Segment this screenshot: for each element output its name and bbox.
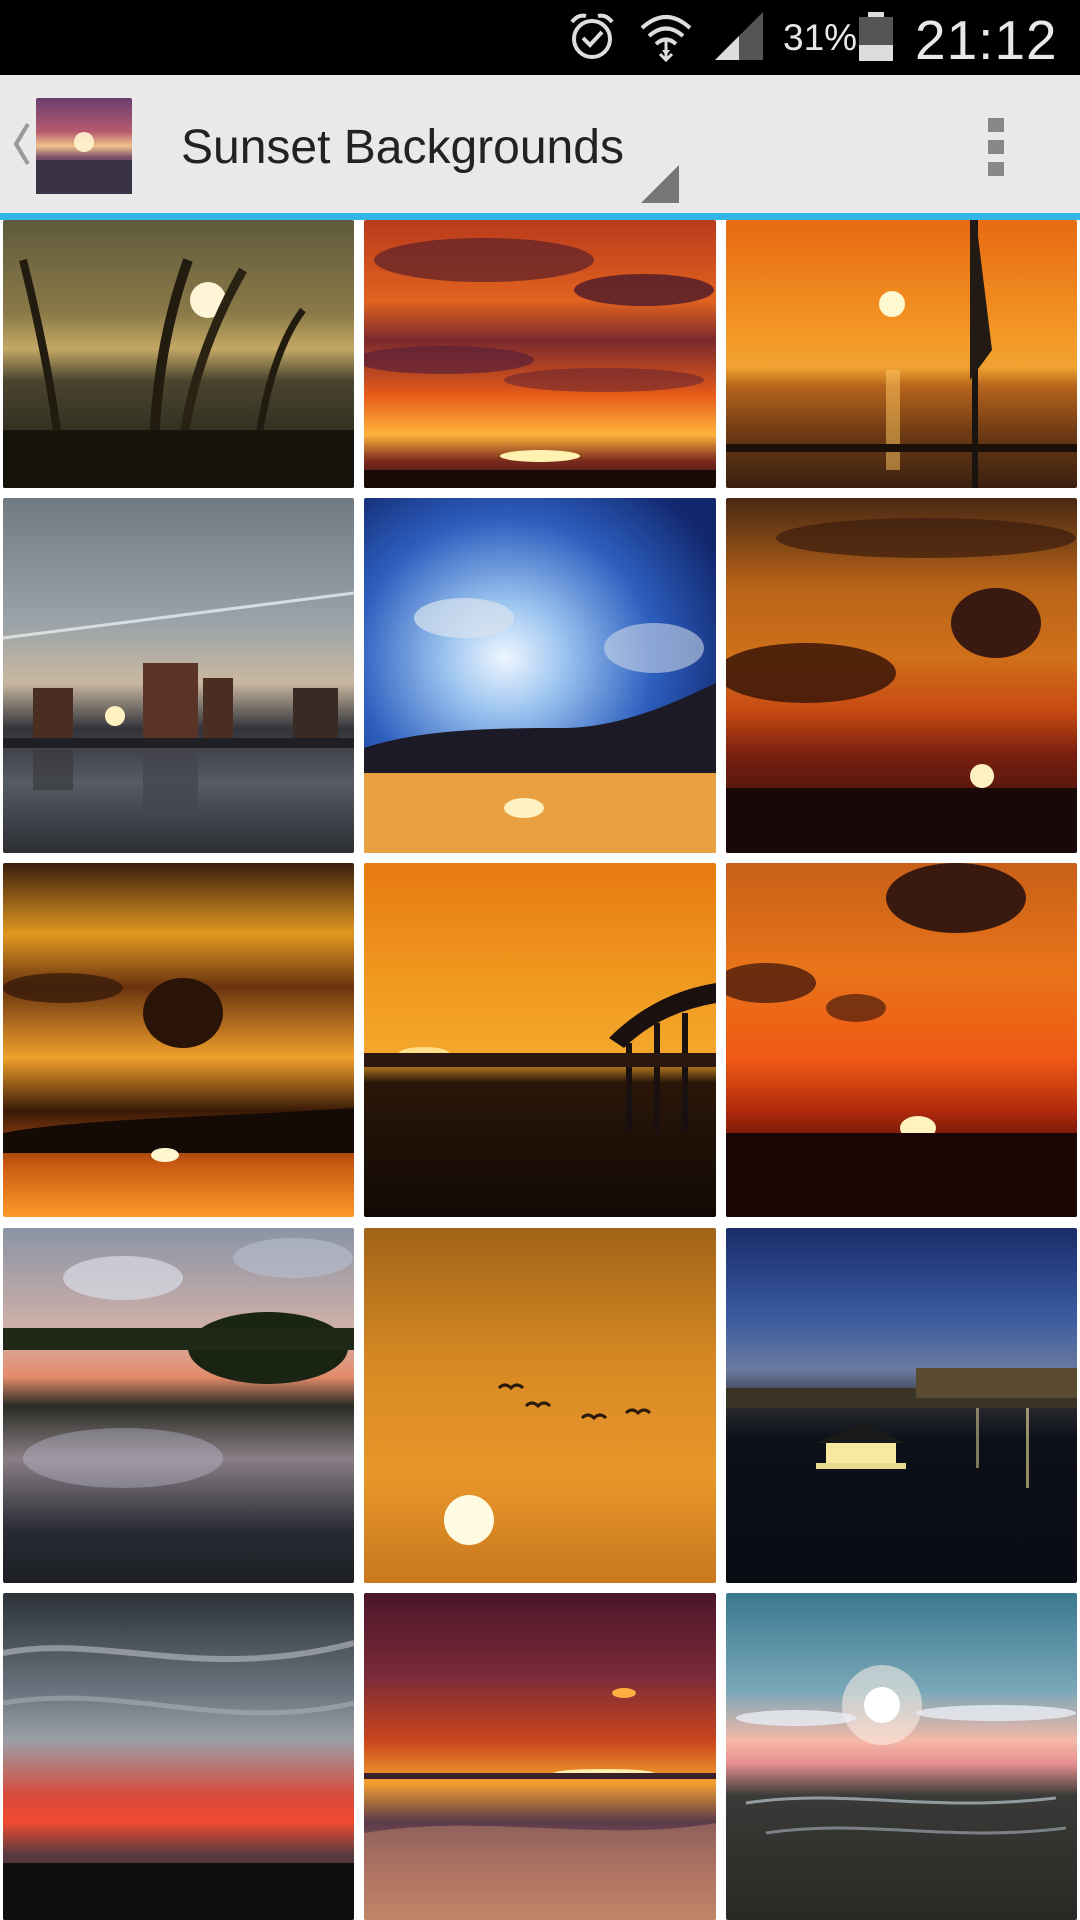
wallpaper-thumbnail[interactable] xyxy=(726,863,1077,1217)
overflow-menu-icon[interactable] xyxy=(978,114,1014,180)
battery-percent: 31% xyxy=(783,17,858,58)
app-icon[interactable] xyxy=(36,98,132,194)
beach-sunset-art xyxy=(364,1688,716,1920)
battery-icon xyxy=(859,12,893,61)
sun-flare-plain-art xyxy=(736,1665,1076,1835)
wallpaper-thumbnail[interactable] xyxy=(3,220,354,488)
wallpaper-thumbnail[interactable] xyxy=(364,1228,716,1583)
harbor-night-art xyxy=(726,1368,1077,1488)
wallpaper-thumbnail[interactable] xyxy=(726,498,1077,853)
wallpaper-thumbnail[interactable] xyxy=(3,498,354,853)
birds-sun-art xyxy=(444,1383,652,1545)
wallpaper-thumbnail[interactable] xyxy=(726,1228,1077,1583)
wallpaper-thumbnail[interactable] xyxy=(3,863,354,1217)
wallpaper-thumbnail[interactable] xyxy=(364,863,716,1217)
city-reflection-art xyxy=(3,591,354,810)
lake-reflection-art xyxy=(3,1238,354,1488)
status-clock: 21:12 xyxy=(915,9,1058,71)
wallpaper-thumbnail[interactable] xyxy=(3,1228,354,1583)
page-title[interactable]: Sunset Backgrounds xyxy=(181,120,624,175)
wallpaper-thumbnail[interactable] xyxy=(3,1593,354,1920)
sea-flag-art xyxy=(726,220,1077,488)
signal-icon xyxy=(715,12,763,60)
app-icon-art xyxy=(36,132,132,194)
spinner-indicator-icon[interactable] xyxy=(641,165,679,203)
golden-clouds-art xyxy=(3,973,354,1162)
status-bar: 31% 21:12 xyxy=(0,0,1080,75)
wallpaper-thumbnail[interactable] xyxy=(364,1593,716,1920)
bridge-silhouette-art xyxy=(364,983,716,1133)
wallpaper-thumbnail[interactable] xyxy=(726,1593,1077,1920)
up-caret-icon[interactable] xyxy=(10,120,32,168)
wallpaper-thumbnail[interactable] xyxy=(726,220,1077,488)
action-bar-accent-line xyxy=(0,213,1080,220)
wallpaper-thumbnail[interactable] xyxy=(364,220,716,488)
alarm-icon xyxy=(570,13,614,59)
wallpaper-thumbnail[interactable] xyxy=(364,498,716,853)
orange-sky-sun-art xyxy=(726,863,1077,1217)
grass-silhouette-art xyxy=(3,258,354,488)
red-clouds-art xyxy=(364,238,716,488)
wallpaper-grid xyxy=(0,220,1080,1920)
sun-rays-art xyxy=(364,598,716,853)
wifi-icon xyxy=(640,15,692,62)
dark-clouds-sun-art xyxy=(726,518,1077,853)
grey-red-sky-art xyxy=(3,1640,354,1920)
